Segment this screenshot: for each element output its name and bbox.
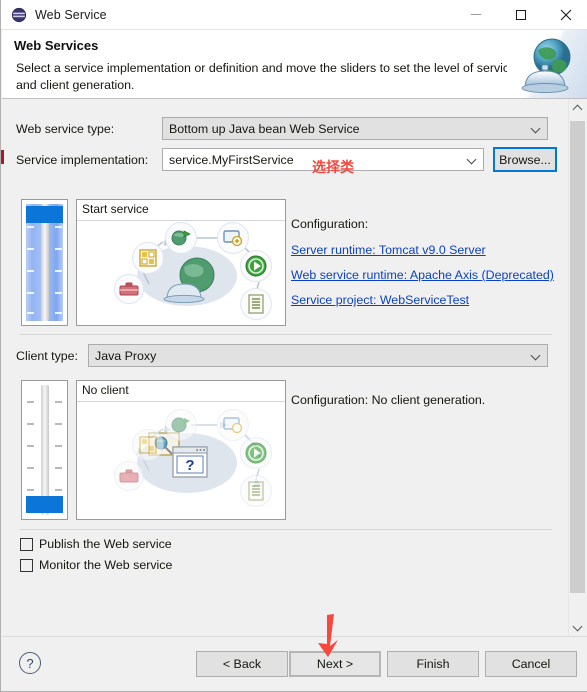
web-service-runtime-link[interactable]: Web service runtime: Apache Axis (Deprec… <box>291 268 554 282</box>
service-impl-label: Service implementation: <box>16 152 149 167</box>
client-type-row: Client type: Java Proxy <box>16 344 548 367</box>
back-button[interactable]: < Back <box>196 651 288 677</box>
test-service-icon <box>240 288 272 320</box>
minimize-icon[interactable] <box>453 0 498 30</box>
divider <box>20 529 552 530</box>
red-arrow-annotation <box>318 614 338 657</box>
chevron-down-icon <box>530 350 541 360</box>
assemble-service-icon <box>165 222 197 254</box>
scroll-up-icon[interactable] <box>569 99 586 116</box>
test-client-icon <box>240 475 272 507</box>
web-service-wizard-dialog: Web Service Web Services Select a servic… <box>0 0 587 692</box>
monitor-checkbox[interactable] <box>20 558 33 572</box>
chevron-down-icon <box>466 154 477 164</box>
server-runtime-link[interactable]: Server runtime: Tomcat v9.0 Server <box>291 243 486 257</box>
start-service-play-icon <box>240 250 272 282</box>
wsdl-grid-icon <box>132 429 164 461</box>
service-type-combo[interactable]: Bottom up Java bean Web Service <box>162 117 548 140</box>
scrollbar-thumb[interactable] <box>570 121 585 593</box>
client-panel: No client ? <box>21 380 286 520</box>
service-project-link[interactable]: Service project: WebServiceTest <box>291 293 469 307</box>
wizard-header: Web Services Select a service implementa… <box>2 30 587 99</box>
service-impl-row: Service implementation: service.MyFirstS… <box>16 147 557 172</box>
globe-bell-icon <box>507 30 587 98</box>
client-configuration-title: Configuration: No client generation. <box>291 393 486 407</box>
service-type-value: Bottom up Java bean Web Service <box>169 121 360 136</box>
client-type-value: Java Proxy <box>95 348 157 363</box>
close-icon[interactable] <box>543 0 587 30</box>
publish-label: Publish the Web service <box>39 537 172 551</box>
monitor-label: Monitor the Web service <box>39 558 173 572</box>
service-configuration-title: Configuration: <box>291 217 369 231</box>
chevron-down-icon <box>530 123 541 133</box>
client-type-label: Client type: <box>16 348 78 363</box>
toolbox-icon <box>114 274 144 304</box>
scroll-down-icon[interactable] <box>569 619 586 636</box>
deploy-client-icon <box>217 409 249 441</box>
assemble-client-icon <box>165 409 197 441</box>
window-title: Web Service <box>35 7 107 22</box>
publish-checkbox[interactable] <box>20 537 33 551</box>
service-slider[interactable] <box>21 199 68 326</box>
monitor-web-service-option[interactable]: Monitor the Web service <box>20 558 172 572</box>
service-diagram: Start service <box>76 199 286 326</box>
service-type-row: Web service type: Bottom up Java bean We… <box>16 117 548 140</box>
divider <box>20 334 552 335</box>
publish-web-service-option[interactable]: Publish the Web service <box>20 537 172 551</box>
service-diagram-caption: Start service <box>82 202 149 216</box>
help-icon[interactable]: ? <box>19 652 41 674</box>
web-service-sphere-icon <box>11 7 27 23</box>
service-type-label: Web service type: <box>16 121 115 136</box>
service-panel: Start service <box>21 199 286 326</box>
wsdl-grid-icon <box>132 242 164 274</box>
finish-button[interactable]: Finish <box>387 651 479 677</box>
background-window-edge <box>1 150 4 164</box>
client-diagram: No client ? <box>76 380 286 520</box>
service-impl-value: service.MyFirstService <box>169 152 294 167</box>
client-slider[interactable] <box>21 380 68 520</box>
toolbox-icon <box>114 461 144 491</box>
client-type-combo[interactable]: Java Proxy <box>88 344 548 367</box>
maximize-icon[interactable] <box>498 0 543 30</box>
window-controls <box>453 0 587 30</box>
page-description: Select a service implementation or defin… <box>16 61 517 92</box>
page-title: Web Services <box>14 38 99 53</box>
select-class-annotation: 选择类 <box>312 159 354 175</box>
deploy-service-icon <box>217 222 249 254</box>
client-slider-thumb[interactable] <box>26 496 63 513</box>
title-bar: Web Service <box>1 0 587 30</box>
client-diagram-caption: No client <box>82 383 129 397</box>
browse-button[interactable]: Browse... <box>493 147 557 172</box>
cancel-button[interactable]: Cancel <box>485 651 577 677</box>
start-client-play-icon <box>240 437 272 469</box>
wizard-body: Web service type: Bottom up Java bean We… <box>2 99 587 636</box>
vertical-scrollbar[interactable] <box>568 99 585 636</box>
service-slider-thumb[interactable] <box>26 206 63 223</box>
